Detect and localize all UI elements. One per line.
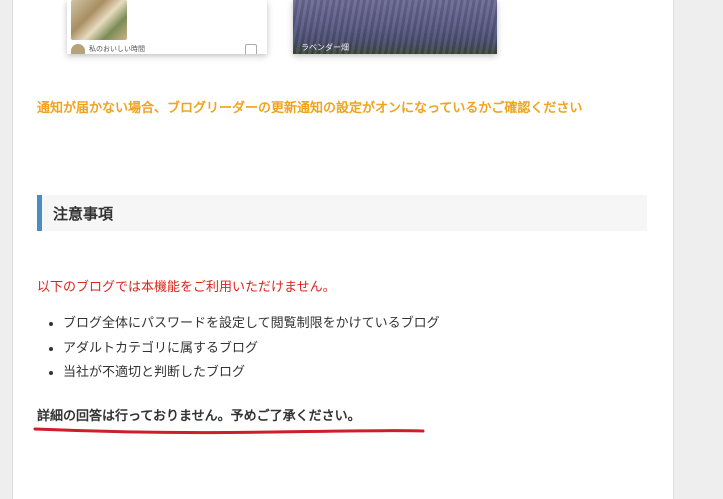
checkbox-icon[interactable] xyxy=(245,44,257,54)
list-item: アダルトカテゴリに属するブログ xyxy=(63,337,440,362)
blog-card-food[interactable]: 私のおいしい時間 xyxy=(67,0,267,54)
food-thumbnail-image xyxy=(71,0,127,40)
annotation-underline xyxy=(33,427,425,435)
blog-card-title: ラベンダー畑 xyxy=(301,43,349,52)
blog-card-lavender[interactable]: ラベンダー畑 xyxy=(293,0,497,54)
blog-card-title: 私のおいしい時間 xyxy=(89,45,145,53)
list-item: ブログ全体にパスワードを設定して閲覧制限をかけているブログ xyxy=(63,312,440,337)
section-heading: 注意事項 xyxy=(37,195,647,231)
notification-notice: 通知が届かない場合、ブログリーダーの更新通知の設定がオンになっているかご確認くだ… xyxy=(37,101,583,116)
warning-text: 以下のブログでは本機能をご利用いただけません。 xyxy=(37,280,336,295)
final-note: 詳細の回答は行っておりません。予めご了承ください。 xyxy=(37,409,361,424)
content-page: 私のおいしい時間 ラベンダー畑 通知が届かない場合、ブログリーダーの更新通知の設… xyxy=(12,0,674,499)
section-title: 注意事項 xyxy=(53,205,114,223)
blog-avatar-icon xyxy=(71,44,85,54)
restriction-list: ブログ全体にパスワードを設定して閲覧制限をかけているブログ アダルトカテゴリに属… xyxy=(37,312,440,386)
list-item: 当社が不適切と判断したブログ xyxy=(63,361,440,386)
